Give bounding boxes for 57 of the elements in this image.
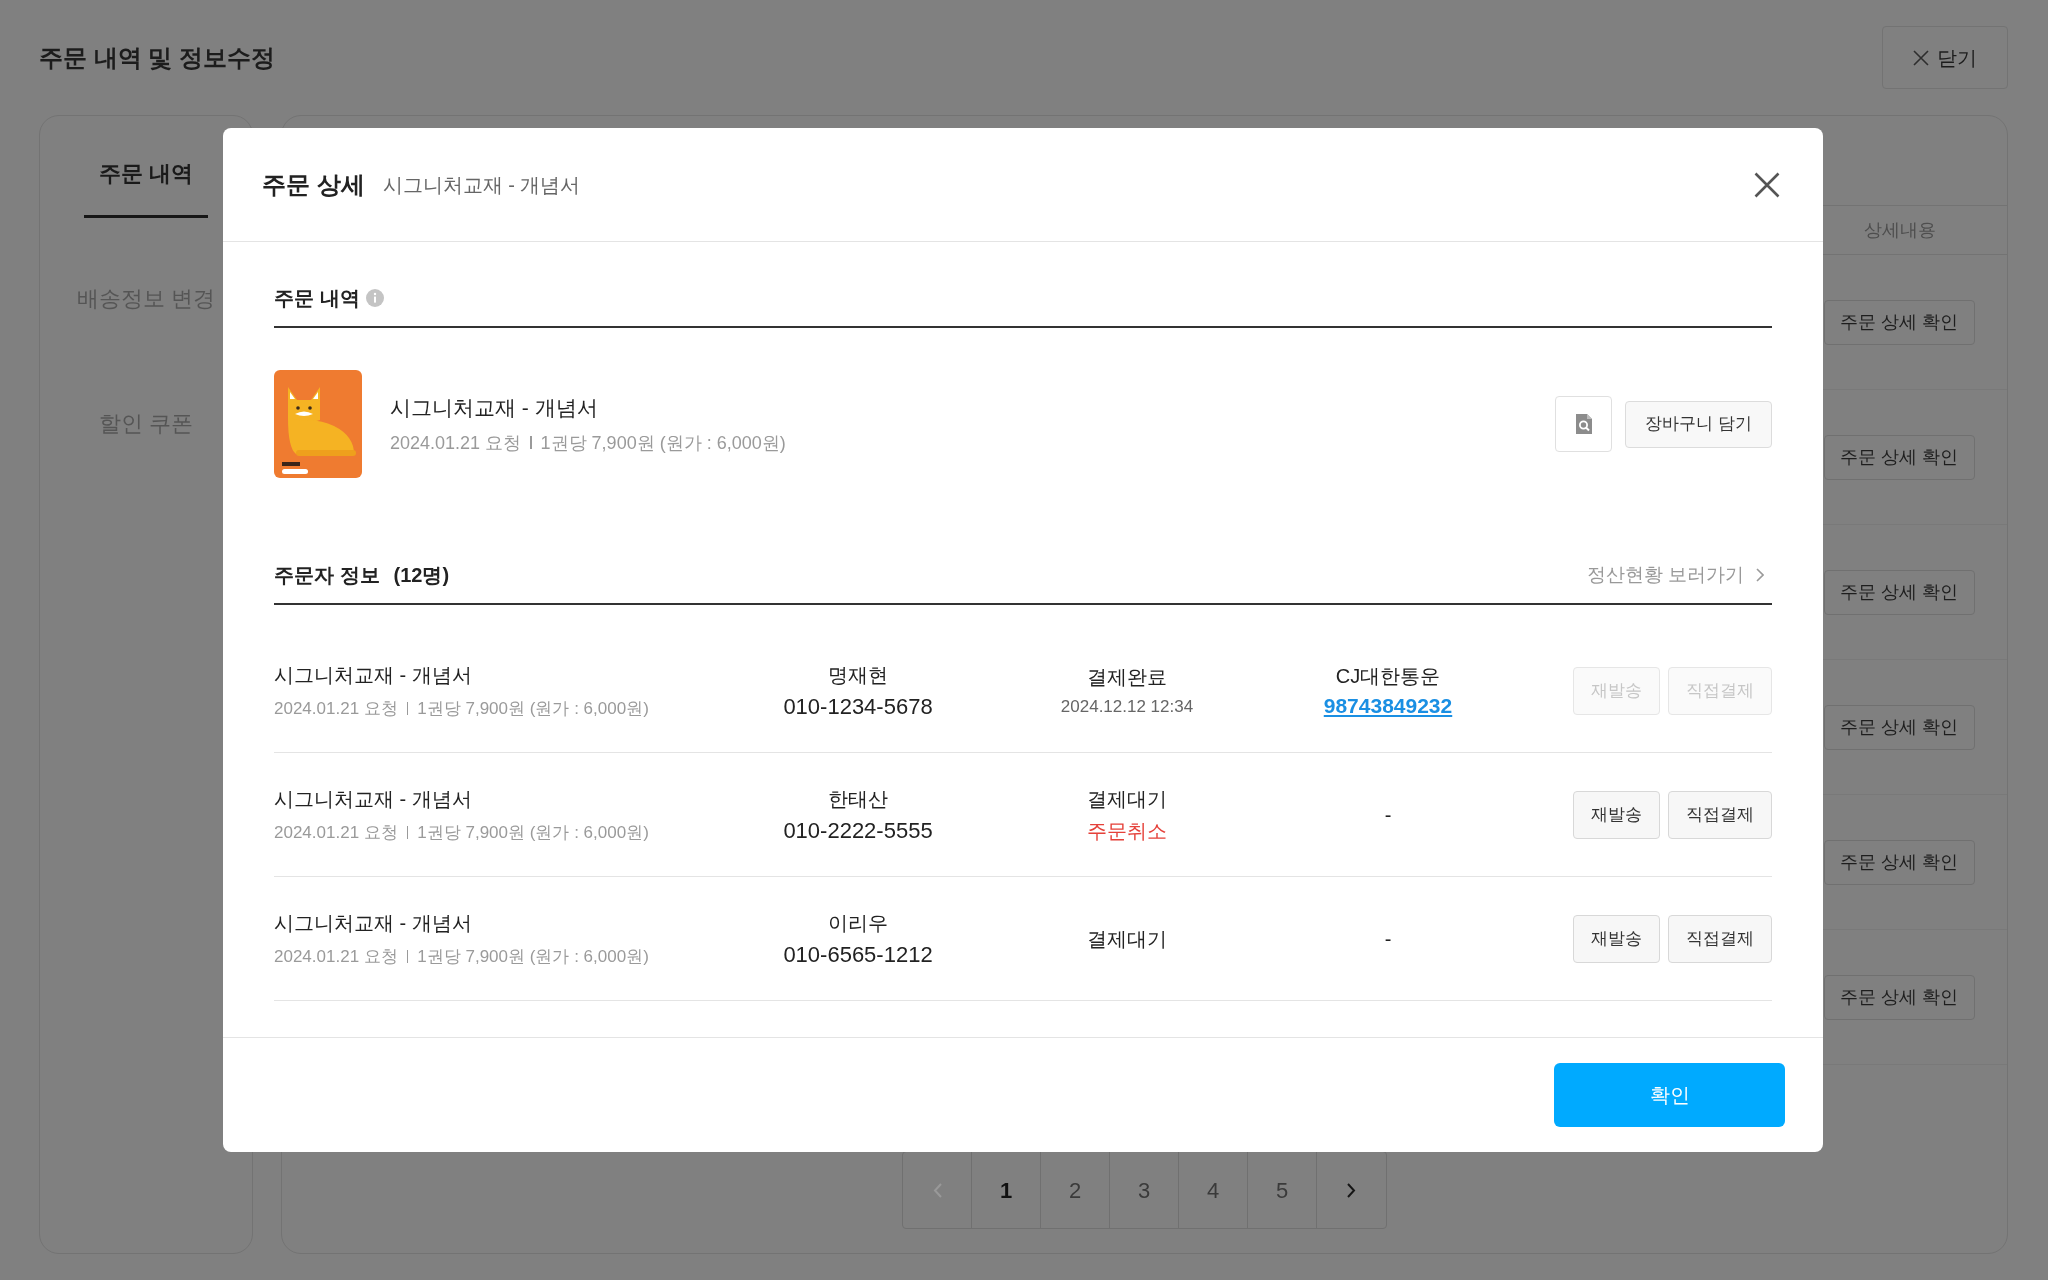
order-detail-button[interactable]: 주문 상세 확인 — [1824, 704, 1975, 750]
orderer-count: (12명) — [393, 563, 450, 588]
price-info: 1권당 7,900원 (원가 : 6,000원) — [417, 945, 649, 968]
order-detail-button[interactable]: 주문 상세 확인 — [1824, 299, 1975, 345]
section-heading: 주문 내역 — [274, 286, 360, 311]
request-date: 2024.01.21 요청 — [274, 697, 398, 720]
order-detail-button[interactable]: 주문 상세 확인 — [1824, 839, 1975, 885]
resend-button[interactable]: 재발송 — [1573, 914, 1660, 963]
payment-date: 2024.12.12 12:34 — [1060, 695, 1194, 718]
direct-payment-button[interactable]: 직접결제 — [1668, 914, 1772, 963]
direct-payment-button[interactable]: 직접결제 — [1668, 790, 1772, 839]
close-button[interactable] — [1754, 171, 1780, 198]
phone-number: 010-2222-5555 — [783, 816, 933, 845]
add-to-cart-button[interactable]: 장바구니 담기 — [1625, 400, 1772, 448]
price-info: 1권당 7,900원 (원가 : 6,000원) — [417, 821, 649, 844]
product-name: 시그니처교재 - 개념서 — [390, 394, 599, 421]
close-icon — [1913, 49, 1929, 66]
chevron-right-icon — [1756, 568, 1764, 582]
payment-status: 결제완료 — [1087, 664, 1167, 690]
modal-subtitle: 시그니처교재 - 개념서 — [382, 172, 581, 198]
customer-name: 명재현 — [828, 662, 888, 688]
order-cancelled-status: 주문취소 — [1087, 818, 1167, 844]
no-delivery-text: - — [1384, 802, 1392, 828]
product-name: 시그니처교재 - 개념서 — [274, 910, 473, 936]
resend-button[interactable]: 재발송 — [1573, 790, 1660, 839]
price-info: 1권당 7,900원 (원가 : 6,000원) — [540, 431, 786, 455]
sidebar-tab[interactable]: 주문 내역 — [83, 159, 209, 218]
no-delivery-text: - — [1384, 926, 1392, 952]
tracking-number-link[interactable]: 98743849232 — [1323, 691, 1453, 720]
close-button[interactable]: 닫기 — [1882, 26, 2008, 89]
request-date: 2024.01.21 요청 — [274, 821, 398, 844]
product-name: 시그니처교재 - 개념서 — [274, 786, 473, 812]
chevron-right-icon — [1347, 1182, 1356, 1198]
customer-name: 한태산 — [828, 786, 888, 812]
close-icon — [1754, 171, 1780, 198]
request-date: 2024.01.21 요청 — [390, 431, 522, 455]
request-date: 2024.01.21 요청 — [274, 945, 398, 968]
settlement-link[interactable]: 정산현황 보러가기 — [1586, 561, 1764, 589]
product-name: 시그니처교재 - 개념서 — [274, 662, 473, 688]
chevron-left-icon — [932, 1182, 942, 1198]
phone-number: 010-6565-1212 — [783, 940, 933, 969]
document-search-icon — [1574, 413, 1593, 435]
order-detail-button[interactable]: 주문 상세 확인 — [1824, 569, 1975, 615]
preview-button[interactable] — [1555, 396, 1613, 452]
customer-name: 이리우 — [828, 910, 888, 936]
price-info: 1권당 7,900원 (원가 : 6,000원) — [417, 697, 649, 720]
courier-name: CJ대한통운 — [1335, 663, 1441, 689]
confirm-button[interactable]: 확인 — [1554, 1063, 1785, 1127]
payment-status: 결제대기 — [1087, 926, 1167, 952]
section-heading: 주문자 정보 — [274, 563, 380, 588]
modal-title: 주문 상세 — [262, 169, 365, 200]
order-detail-button[interactable]: 주문 상세 확인 — [1824, 434, 1975, 480]
order-detail-button[interactable]: 주문 상세 확인 — [1824, 974, 1975, 1020]
phone-number: 010-1234-5678 — [783, 692, 933, 721]
payment-status: 결제대기 — [1087, 786, 1167, 812]
page-title: 주문 내역 및 정보수정 — [39, 42, 275, 73]
info-icon — [365, 289, 384, 307]
